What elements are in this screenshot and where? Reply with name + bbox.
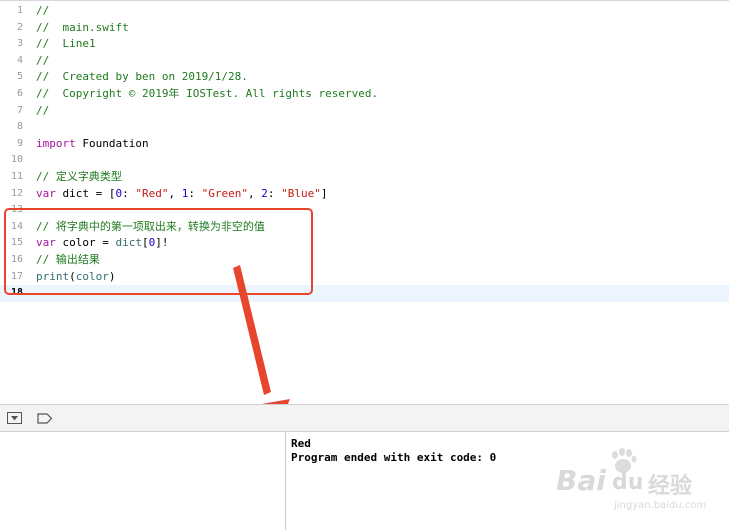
code-token: // Created by ben on 2019/1/28. [36, 70, 248, 84]
code-token: "Blue" [281, 186, 321, 200]
code-line[interactable]: 6 // Copyright © 2019年 IOSTest. All right… [0, 86, 729, 103]
code-token: // [36, 53, 50, 67]
watermark-brand-suffix: du [612, 470, 644, 495]
code-token: : [267, 186, 282, 200]
code-token: : [188, 186, 202, 200]
code-token: // 定义字典类型 [36, 170, 122, 183]
code-text: // [36, 103, 49, 120]
code-token: Foundation [75, 136, 149, 150]
triangle-down-in-box-icon [6, 412, 22, 424]
code-text: import Foundation [36, 136, 149, 153]
code-text: // Copyright © 2019年 IOSTest. All rights… [36, 86, 378, 103]
code-line[interactable]: 10 [0, 152, 729, 169]
code-line[interactable]: 4 // [0, 53, 729, 70]
code-token: "Red" [135, 186, 169, 200]
code-text: // Created by ben on 2019/1/28. [36, 69, 248, 86]
line-number: 2 [16, 21, 23, 33]
line-number: 10 [10, 154, 23, 166]
code-line[interactable]: 7 // [0, 103, 729, 120]
code-text: // [36, 53, 49, 70]
code-line[interactable]: 5 // Created by ben on 2019/1/28. [0, 69, 729, 86]
code-line[interactable]: 9 import Foundation [0, 136, 729, 153]
code-text: // [36, 3, 49, 20]
line-number: 6 [16, 88, 23, 99]
line-number: 11 [10, 171, 23, 182]
code-line[interactable]: 1 // [0, 3, 729, 20]
code-token: // Line1 [36, 37, 96, 51]
watermark-brand: Bai [556, 464, 606, 497]
code-line[interactable]: 8 [0, 119, 729, 136]
hide-debug-area-button[interactable] [6, 411, 22, 425]
line-number: 12 [10, 187, 23, 199]
code-token: // [36, 4, 50, 17]
breakpoint-tag-icon [37, 412, 53, 424]
code-text: // 定义字典类型 [36, 169, 122, 186]
code-text: var dict = [0: "Red", 1: "Green", 2: "Bl… [36, 186, 327, 203]
code-token: var [36, 186, 56, 200]
code-token: 2 [261, 186, 268, 200]
code-token: , [168, 186, 182, 200]
code-token: // Copyright © 2019年 IOSTest. All rights… [36, 87, 379, 100]
baidu-watermark: Bai du 经验 jingyan.baidu.com [556, 448, 726, 520]
watermark-cn: 经验 [648, 474, 693, 499]
code-line[interactable]: 12 var dict = [0: "Red", 1: "Green", 2: "… [0, 186, 729, 203]
line-number: 4 [16, 54, 23, 66]
code-token: dict = [ [55, 186, 116, 200]
watermark-url: jingyan.baidu.com [614, 500, 707, 511]
code-token: ] [320, 186, 328, 200]
code-line[interactable]: 11 // 定义字典类型 [0, 169, 729, 186]
code-line[interactable]: 2 // main.swift [0, 20, 729, 37]
console-line: Program ended with exit code: 0 [291, 451, 497, 464]
line-number: 1 [16, 5, 23, 16]
code-token: "Green" [201, 186, 248, 200]
code-token: , [247, 186, 262, 200]
code-editor[interactable]: 1 // 2 // main.swift 3 // Line1 4 // 5 // Created… [0, 0, 729, 405]
debug-toolbar [0, 404, 729, 432]
annotation-highlight-box [4, 208, 313, 295]
variables-view[interactable] [0, 432, 286, 530]
code-token: // [36, 103, 50, 117]
code-token: // main.swift [36, 20, 129, 34]
breakpoints-toggle-button[interactable] [37, 411, 53, 425]
code-line[interactable]: 3 // Line1 [0, 36, 729, 53]
line-number: 8 [16, 121, 23, 133]
code-text: // main.swift [36, 20, 129, 37]
line-number: 5 [16, 71, 23, 83]
console-line: Red [291, 437, 311, 450]
line-number: 9 [16, 137, 23, 149]
code-token: import [36, 136, 76, 150]
code-token: : [122, 186, 136, 200]
line-number: 3 [16, 38, 23, 50]
line-number: 7 [16, 104, 23, 116]
code-text: // Line1 [36, 36, 96, 53]
